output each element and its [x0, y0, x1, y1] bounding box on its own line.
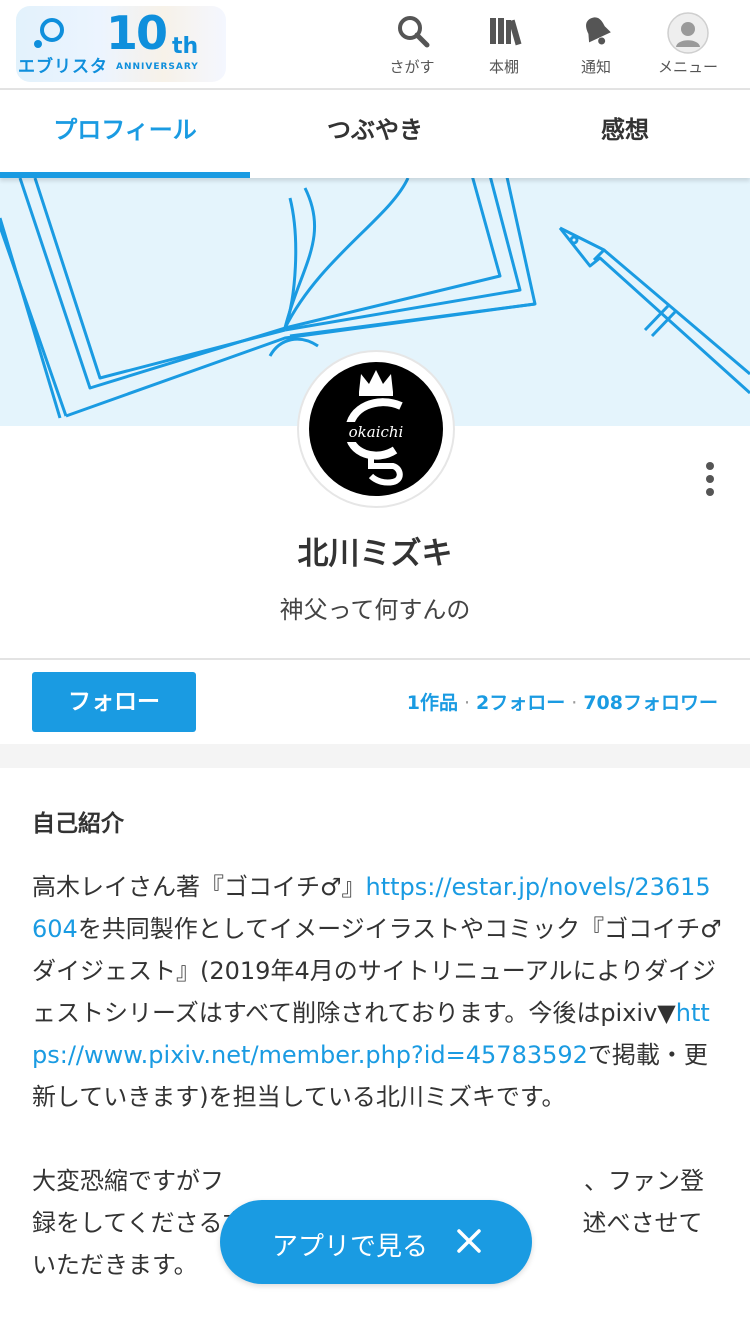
divider [0, 658, 750, 660]
nav-notifications-label: 通知 [580, 58, 611, 76]
nav-menu-label: メニュー [657, 58, 718, 76]
following-count-link[interactable]: 2フォロー [476, 692, 565, 714]
nav-bookshelf-label: 本棚 [488, 58, 519, 76]
avatar-image: okaichi [309, 362, 443, 496]
logo-bubble-icon [40, 18, 64, 42]
user-avatar-icon [667, 12, 709, 54]
logo-dot-icon [34, 40, 42, 48]
more-dot-icon [706, 475, 714, 483]
estar-10th-logo[interactable]: エブリスタ 10 th ANNIVERSARY [10, 4, 232, 84]
stat-separator: · [464, 692, 471, 714]
nav-bookshelf[interactable]: 本棚 [464, 10, 544, 80]
app-header: エブリスタ 10 th ANNIVERSARY さがす 本棚 通知 メニュー [0, 0, 750, 90]
more-options-button[interactable] [700, 462, 720, 498]
nav-notifications[interactable]: 通知 [556, 10, 636, 80]
profile-tagline: 神父って何すんの [279, 596, 471, 624]
search-icon [398, 16, 430, 48]
crown-emblem-icon: okaichi [344, 370, 407, 486]
section-gap [0, 744, 750, 768]
tab-tweets[interactable]: つぶやき [250, 90, 500, 178]
bell-icon [586, 17, 611, 45]
bio-text-segment: を共同製作としてイメージイラストやコミック『ゴコイチ♂ダイジェスト』(2019年… [32, 915, 722, 1027]
profile-stats: 1作品 · 2フォロー · 708フォロワー [407, 688, 718, 715]
bio-paragraph: 高木レイさん著『ゴコイチ♂』https://estar.jp/novels/23… [32, 866, 722, 1118]
bookshelf-icon [490, 18, 522, 46]
logo-th: th [172, 34, 199, 59]
nav-search[interactable]: さがす [372, 10, 452, 80]
followers-count-link[interactable]: 708フォロワー [583, 692, 718, 714]
bio-title: 自己紹介 [32, 811, 124, 837]
logo-anniversary: ANNIVERSARY [116, 62, 199, 72]
avatar-text: okaichi [349, 423, 404, 441]
close-icon[interactable] [452, 1224, 486, 1258]
works-count-link[interactable]: 1作品 [407, 692, 458, 714]
more-dot-icon [706, 488, 714, 496]
open-in-app-label: アプリで見る [272, 1232, 429, 1262]
profile-avatar[interactable]: okaichi [297, 350, 455, 508]
bio-text-segment: 高木レイさん著『ゴコイチ♂』 [32, 873, 366, 901]
open-in-app-banner[interactable]: アプリで見る [220, 1200, 532, 1284]
profile-tabs: プロフィール つぶやき 感想 [0, 90, 750, 178]
tab-profile[interactable]: プロフィール [0, 90, 250, 178]
logo-ten: 10 [106, 6, 168, 60]
tab-reviews[interactable]: 感想 [500, 90, 750, 178]
follow-button[interactable]: フォロー [32, 672, 196, 732]
profile-name: 北川ミズキ [297, 536, 453, 572]
nav-menu[interactable]: メニュー [648, 10, 728, 80]
stat-separator: · [571, 692, 578, 714]
nav-search-label: さがす [389, 58, 435, 76]
logo-name: エブリスタ [18, 57, 108, 77]
more-dot-icon [706, 462, 714, 470]
